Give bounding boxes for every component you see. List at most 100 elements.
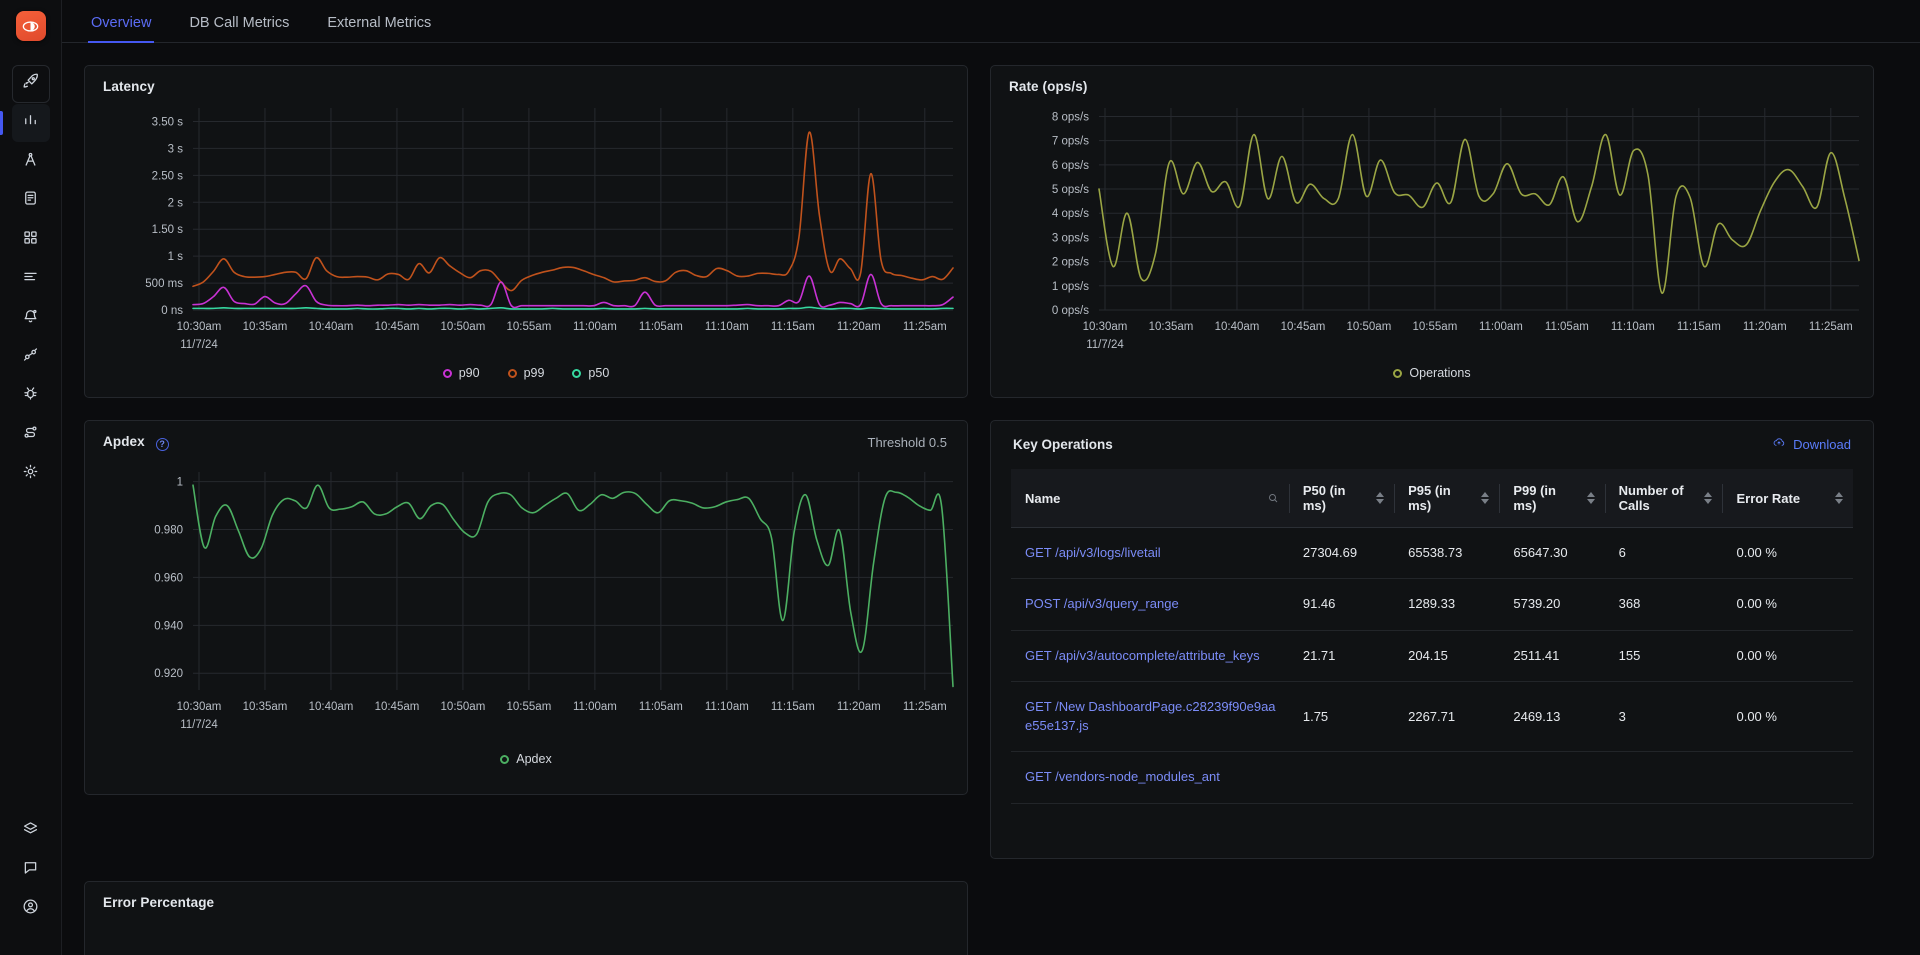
sort-icon-error-rate[interactable] bbox=[1835, 492, 1843, 504]
cell-p50: 91.46 bbox=[1289, 579, 1394, 630]
download-label: Download bbox=[1793, 437, 1851, 452]
svg-text:1.50 s: 1.50 s bbox=[152, 224, 184, 236]
col-header-calls[interactable]: Number of Calls bbox=[1605, 469, 1723, 528]
col-header-p50[interactable]: P50 (in ms) bbox=[1289, 469, 1394, 528]
bar-chart-icon bbox=[21, 111, 40, 135]
sidebar-item-account[interactable] bbox=[12, 890, 50, 928]
cell-name[interactable]: GET /vendors-node_modules_ant bbox=[1011, 752, 1289, 803]
operation-link[interactable]: GET /api/v3/autocomplete/attribute_keys bbox=[1025, 648, 1260, 663]
legend-item-operations[interactable]: Operations bbox=[1393, 366, 1470, 380]
operation-link[interactable]: GET /vendors-node_modules_ant bbox=[1025, 769, 1220, 784]
svg-text:10:50am: 10:50am bbox=[1347, 321, 1392, 333]
col-header-p95[interactable]: P95 (in ms) bbox=[1394, 469, 1499, 528]
sidebar-item-errors[interactable] bbox=[12, 377, 50, 415]
svg-text:0 ops/s: 0 ops/s bbox=[1052, 305, 1089, 317]
legend-item-apdex[interactable]: Apdex bbox=[500, 752, 551, 766]
sidebar-item-dashboards[interactable] bbox=[12, 221, 50, 259]
table-row[interactable]: GET /New DashboardPage.c28239f90e9aae55e… bbox=[1011, 682, 1853, 752]
key-operations-table: Name P50 (in ms) bbox=[1011, 469, 1853, 804]
cell-p50: 27304.69 bbox=[1289, 528, 1394, 579]
sidebar-item-logs[interactable] bbox=[12, 182, 50, 220]
operation-link[interactable]: GET /api/v3/logs/livetail bbox=[1025, 545, 1161, 560]
svg-text:3 ops/s: 3 ops/s bbox=[1052, 232, 1089, 244]
legend-item-p50[interactable]: p50 bbox=[572, 366, 609, 380]
cell-name[interactable]: GET /api/v3/autocomplete/attribute_keys bbox=[1011, 630, 1289, 681]
sidebar-item-services[interactable] bbox=[12, 104, 50, 142]
svg-text:0.920: 0.920 bbox=[154, 668, 183, 680]
svg-text:10:55am: 10:55am bbox=[1413, 321, 1458, 333]
sort-icon-calls[interactable] bbox=[1704, 492, 1712, 504]
sidebar-item-messaging-queues[interactable] bbox=[12, 260, 50, 298]
table-row[interactable]: POST /api/v3/query_range91.461289.335739… bbox=[1011, 579, 1853, 630]
search-icon[interactable] bbox=[1267, 492, 1279, 504]
cell-calls: 155 bbox=[1605, 630, 1723, 681]
panel-key-operations: Key Operations Download bbox=[990, 420, 1874, 859]
svg-text:11:20am: 11:20am bbox=[837, 701, 881, 713]
svg-text:10:50am: 10:50am bbox=[441, 321, 486, 333]
dashboards-grid-icon bbox=[21, 228, 40, 252]
col-header-p50-label: P50 (in ms) bbox=[1303, 483, 1370, 513]
panel-latency: Latency 3.50 s3 s2.50 s2 s1.50 s1 s500 m… bbox=[84, 65, 968, 398]
sidebar-item-settings[interactable] bbox=[12, 455, 50, 493]
svg-text:1 ops/s: 1 ops/s bbox=[1052, 281, 1089, 293]
legend-label-p90: p90 bbox=[459, 366, 480, 380]
col-header-name[interactable]: Name bbox=[1011, 469, 1289, 528]
panel-error-percentage-title: Error Percentage bbox=[85, 882, 967, 910]
sidebar-item-traces[interactable] bbox=[12, 143, 50, 181]
sidebar-item-service-map[interactable] bbox=[12, 416, 50, 454]
tab-bar: Overview DB Call Metrics External Metric… bbox=[62, 0, 1920, 43]
cell-error_rate: 0.00 % bbox=[1722, 630, 1853, 681]
legend-item-p90[interactable]: p90 bbox=[443, 366, 480, 380]
table-row[interactable]: GET /vendors-node_modules_ant bbox=[1011, 752, 1853, 803]
sort-icon-p95[interactable] bbox=[1481, 492, 1489, 504]
cloud-download-icon bbox=[1772, 436, 1786, 453]
sidebar-item-get-started[interactable] bbox=[12, 65, 50, 103]
svg-text:10:55am: 10:55am bbox=[507, 701, 552, 713]
svg-text:10:40am: 10:40am bbox=[1215, 321, 1260, 333]
exceptions-icon bbox=[21, 345, 40, 369]
cell-p95: 1289.33 bbox=[1394, 579, 1499, 630]
svg-text:10:45am: 10:45am bbox=[1281, 321, 1326, 333]
col-header-calls-label: Number of Calls bbox=[1619, 483, 1699, 513]
sort-icon-p99[interactable] bbox=[1587, 492, 1595, 504]
svg-text:11:05am: 11:05am bbox=[639, 321, 683, 333]
svg-text:10:30am: 10:30am bbox=[177, 321, 222, 333]
sidebar-item-alerts[interactable] bbox=[12, 299, 50, 337]
signoz-eye-logo[interactable] bbox=[16, 11, 46, 41]
svg-text:2.50 s: 2.50 s bbox=[152, 170, 184, 182]
col-header-p99[interactable]: P99 (in ms) bbox=[1499, 469, 1604, 528]
svg-text:4 ops/s: 4 ops/s bbox=[1052, 208, 1089, 220]
table-row[interactable]: GET /api/v3/autocomplete/attribute_keys2… bbox=[1011, 630, 1853, 681]
operation-link[interactable]: POST /api/v3/query_range bbox=[1025, 596, 1179, 611]
download-button[interactable]: Download bbox=[1772, 436, 1851, 453]
cell-calls: 6 bbox=[1605, 528, 1723, 579]
table-row[interactable]: GET /api/v3/logs/livetail27304.6965538.7… bbox=[1011, 528, 1853, 579]
legend-item-p99[interactable]: p99 bbox=[508, 366, 545, 380]
rocket-icon bbox=[21, 72, 40, 96]
sidebar-item-support[interactable] bbox=[12, 851, 50, 889]
cell-name[interactable]: GET /New DashboardPage.c28239f90e9aae55e… bbox=[1011, 682, 1289, 752]
legend-label-apdex: Apdex bbox=[516, 752, 551, 766]
operation-link[interactable]: GET /New DashboardPage.c28239f90e9aae55e… bbox=[1025, 699, 1276, 732]
svg-text:11/7/24: 11/7/24 bbox=[180, 719, 218, 731]
svg-text:11:15am: 11:15am bbox=[771, 701, 815, 713]
cell-name[interactable]: GET /api/v3/logs/livetail bbox=[1011, 528, 1289, 579]
tab-overview[interactable]: Overview bbox=[72, 16, 170, 43]
tab-db-call-metrics[interactable]: DB Call Metrics bbox=[170, 16, 308, 43]
cell-p99: 2469.13 bbox=[1499, 682, 1604, 752]
svg-text:11/7/24: 11/7/24 bbox=[1086, 339, 1124, 351]
sidebar-nav bbox=[0, 65, 61, 494]
latency-chart[interactable]: 3.50 s3 s2.50 s2 s1.50 s1 s500 ms0 ns10:… bbox=[85, 94, 967, 364]
sidebar-item-exceptions[interactable] bbox=[12, 338, 50, 376]
col-header-error-rate[interactable]: Error Rate bbox=[1722, 469, 1853, 528]
cell-name[interactable]: POST /api/v3/query_range bbox=[1011, 579, 1289, 630]
tab-external-metrics[interactable]: External Metrics bbox=[308, 16, 450, 43]
svg-text:11:10am: 11:10am bbox=[705, 321, 749, 333]
sort-icon-p50[interactable] bbox=[1376, 492, 1384, 504]
cell-p99: 65647.30 bbox=[1499, 528, 1604, 579]
svg-text:11:25am: 11:25am bbox=[903, 701, 947, 713]
panel-apdex-title-wrap: Apdex ? bbox=[85, 421, 169, 450]
sidebar-item-integrations[interactable] bbox=[12, 812, 50, 850]
apdex-chart[interactable]: 10.9800.9600.9400.92010:30am10:35am10:40… bbox=[85, 450, 967, 750]
rate-chart[interactable]: 8 ops/s7 ops/s6 ops/s5 ops/s4 ops/s3 ops… bbox=[991, 94, 1873, 364]
